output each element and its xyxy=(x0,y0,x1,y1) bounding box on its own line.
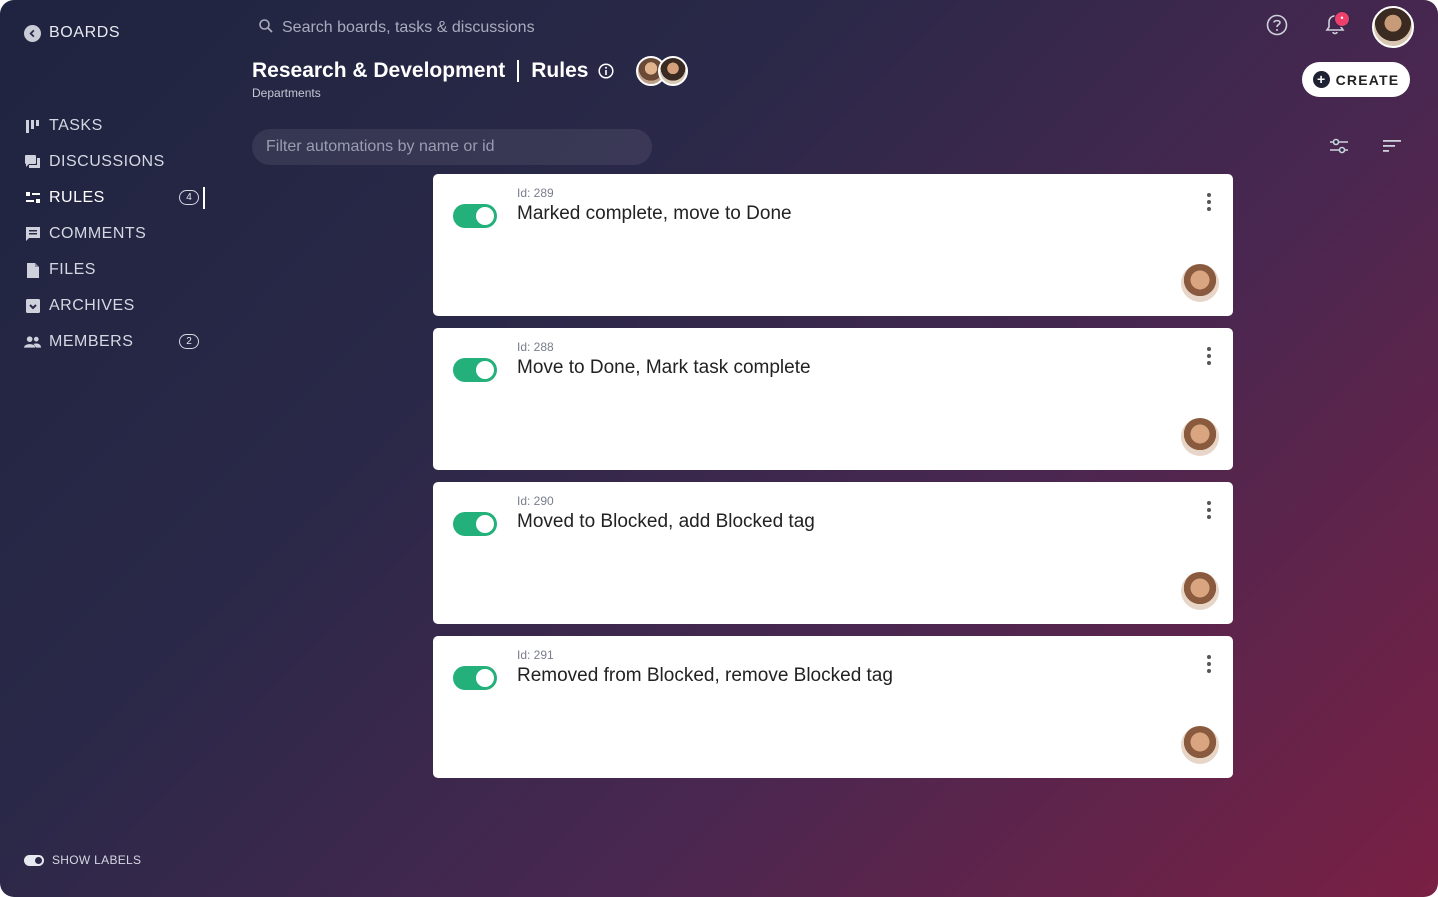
title-separator xyxy=(517,60,520,82)
back-arrow-icon xyxy=(24,24,41,42)
archives-icon xyxy=(24,298,41,315)
rule-enabled-toggle[interactable] xyxy=(453,666,497,690)
sidebar-item-label: COMMENTS xyxy=(49,225,147,242)
filter-input[interactable] xyxy=(252,129,652,165)
sidebar-item-archives[interactable]: ARCHIVES xyxy=(24,288,209,324)
avatar xyxy=(1181,726,1219,764)
sidebar-item-label: TASKS xyxy=(49,117,103,134)
avatar xyxy=(1181,264,1219,302)
rules-count-badge: 4 xyxy=(179,190,199,205)
comments-icon xyxy=(24,226,41,243)
filter-settings-button[interactable] xyxy=(1325,134,1353,162)
sidebar-item-label: MEMBERS xyxy=(49,333,134,350)
sidebar-item-label: DISCUSSIONS xyxy=(49,153,165,170)
create-button[interactable]: + CREATE xyxy=(1302,62,1410,97)
more-options-icon[interactable] xyxy=(1197,652,1221,676)
board-members-avatars[interactable] xyxy=(636,56,689,86)
rule-card[interactable]: Id: 289 Marked complete, move to Done xyxy=(433,174,1233,316)
create-button-label: CREATE xyxy=(1335,71,1400,88)
info-icon[interactable] xyxy=(598,63,615,79)
rule-name[interactable]: Marked complete, move to Done xyxy=(517,203,792,225)
avatar xyxy=(1181,572,1219,610)
sort-button[interactable] xyxy=(1378,134,1406,162)
rule-name[interactable]: Move to Done, Mark task complete xyxy=(517,357,811,379)
show-labels-toggle[interactable]: SHOW LABELS xyxy=(24,853,141,867)
tasks-icon xyxy=(24,118,41,135)
boards-back-label: BOARDS xyxy=(49,24,121,41)
top-right-actions: • xyxy=(1256,6,1414,48)
help-button[interactable] xyxy=(1256,6,1298,48)
help-icon xyxy=(1266,14,1288,41)
user-avatar[interactable] xyxy=(1372,6,1414,48)
rule-id: Id: 288 xyxy=(517,340,554,354)
sliders-icon xyxy=(1328,136,1350,161)
sidebar-item-comments[interactable]: COMMENTS xyxy=(24,216,209,252)
rule-card[interactable]: Id: 291 Removed from Blocked, remove Blo… xyxy=(433,636,1233,778)
global-search xyxy=(258,14,758,42)
more-options-icon[interactable] xyxy=(1197,190,1221,214)
avatar xyxy=(658,56,689,86)
notification-badge: • xyxy=(1334,11,1350,27)
filter-bar xyxy=(252,129,652,165)
board-title: Research & Development xyxy=(252,59,506,82)
sidebar: BOARDS TASKS DISCUSSIONS RULES 4 COMMENT… xyxy=(0,0,215,897)
toggle-switch-icon xyxy=(24,854,44,866)
members-icon xyxy=(24,334,41,351)
rule-enabled-toggle[interactable] xyxy=(453,204,497,228)
show-labels-label: SHOW LABELS xyxy=(52,853,142,867)
sidebar-item-files[interactable]: FILES xyxy=(24,252,209,288)
sidebar-item-discussions[interactable]: DISCUSSIONS xyxy=(24,144,209,180)
more-options-icon[interactable] xyxy=(1197,498,1221,522)
sort-icon xyxy=(1382,138,1402,159)
rules-list: Id: 289 Marked complete, move to Done Id… xyxy=(433,174,1233,790)
rule-id: Id: 290 xyxy=(517,494,554,508)
rules-icon xyxy=(24,190,41,207)
sidebar-item-label: ARCHIVES xyxy=(49,297,135,314)
boards-back-link[interactable]: BOARDS xyxy=(24,24,120,42)
plus-icon: + xyxy=(1312,71,1330,88)
discussions-icon xyxy=(24,154,41,171)
avatar xyxy=(1181,418,1219,456)
section-title: Rules xyxy=(531,59,589,82)
rule-id: Id: 289 xyxy=(517,186,554,200)
sidebar-item-rules[interactable]: RULES 4 xyxy=(24,180,209,216)
sidebar-item-label: FILES xyxy=(49,261,96,278)
breadcrumb[interactable]: Departments xyxy=(252,86,321,100)
files-icon xyxy=(24,262,41,279)
rule-name[interactable]: Removed from Blocked, remove Blocked tag xyxy=(517,665,893,687)
rule-enabled-toggle[interactable] xyxy=(453,358,497,382)
rule-card[interactable]: Id: 288 Move to Done, Mark task complete xyxy=(433,328,1233,470)
rule-card[interactable]: Id: 290 Moved to Blocked, add Blocked ta… xyxy=(433,482,1233,624)
page-header: Research & Development Rules xyxy=(252,56,689,86)
more-options-icon[interactable] xyxy=(1197,344,1221,368)
rule-name[interactable]: Moved to Blocked, add Blocked tag xyxy=(517,511,815,533)
sidebar-item-members[interactable]: MEMBERS 2 xyxy=(24,324,209,360)
rule-id: Id: 291 xyxy=(517,648,554,662)
sidebar-item-label: RULES xyxy=(49,189,105,206)
sidebar-nav: TASKS DISCUSSIONS RULES 4 COMMENTS FILES… xyxy=(24,108,209,360)
members-count-badge: 2 xyxy=(179,334,199,349)
rule-enabled-toggle[interactable] xyxy=(453,512,497,536)
sidebar-item-tasks[interactable]: TASKS xyxy=(24,108,209,144)
search-icon xyxy=(258,18,274,39)
search-input[interactable] xyxy=(282,19,702,37)
app-window: BOARDS TASKS DISCUSSIONS RULES 4 COMMENT… xyxy=(0,0,1438,897)
notifications-button[interactable]: • xyxy=(1314,6,1356,48)
active-indicator xyxy=(203,187,205,209)
